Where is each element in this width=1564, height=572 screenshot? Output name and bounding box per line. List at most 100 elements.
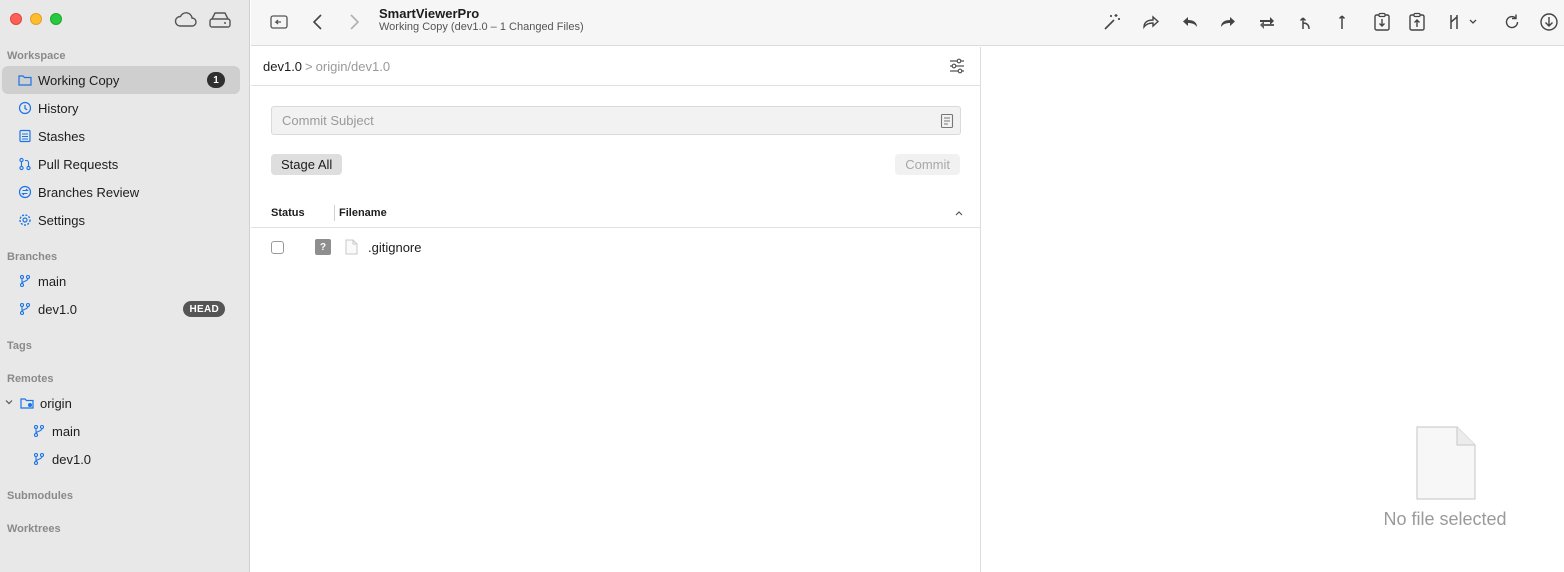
clipboard-up-icon [1409,12,1425,31]
sidebar-item-label: dev1.0 [38,301,78,317]
chevron-down-icon[interactable] [5,398,13,406]
sidebar-item-label: dev1.0 [52,451,92,467]
column-divider[interactable] [334,205,335,221]
undo-icon [1183,17,1197,27]
sidebar-item-branch-dev[interactable]: dev1.0 HEAD [0,295,240,323]
table-row[interactable]: ? .gitignore [251,236,981,258]
untracked-status-icon: ? [315,239,331,255]
sidebar-item-stashes[interactable]: Stashes [0,122,240,150]
commit-subject-field[interactable] [271,106,961,135]
sidebar-item-history[interactable]: History [0,94,240,122]
sidebar-item-remote-origin[interactable]: origin [0,389,240,417]
stash-apply-button[interactable] [1406,11,1428,33]
commit-template-icon[interactable] [940,113,954,129]
chevron-right-icon [350,14,360,30]
section-title-workspace: Workspace [7,50,66,62]
section-title-submodules[interactable]: Submodules [7,490,73,502]
sidebar-item-label: Stashes [38,128,85,144]
sidebar-item-settings[interactable]: Settings [0,206,240,234]
divider [251,85,981,86]
changes-count-badge: 1 [207,72,225,88]
commit-subject-input[interactable] [272,107,960,134]
section-title-remotes: Remotes [7,373,54,385]
magic-button[interactable] [1101,11,1123,33]
breadcrumb: dev1.0 > origin/dev1.0 [263,59,390,74]
close-window-button[interactable] [10,13,22,25]
stage-all-button[interactable]: Stage All [271,154,343,175]
file-icon [345,239,358,255]
column-header-status[interactable]: Status [271,207,305,219]
fetch-button[interactable] [1538,11,1560,33]
branches-review-icon [18,185,32,199]
window-controls [10,13,62,25]
git-flow-icon [1450,15,1477,29]
gear-icon [18,213,32,227]
sync-button[interactable] [1256,11,1278,33]
sidebar: Workspace Working Copy 1 History Stashes… [0,0,250,572]
branch-icon [18,274,32,288]
app-subtitle: Working Copy (dev1.0 – 1 Changed Files) [379,21,584,33]
breadcrumb-remote-branch[interactable]: origin/dev1.0 [316,59,390,74]
minimize-window-button[interactable] [30,13,42,25]
drive-icon[interactable] [208,10,232,30]
sort-ascending-icon[interactable] [954,209,964,217]
zoom-window-button[interactable] [50,13,62,25]
arrow-up-icon [1338,15,1346,29]
breadcrumb-separator: > [305,59,313,74]
share-button[interactable] [1140,11,1162,33]
column-header-filename[interactable]: Filename [339,207,387,219]
section-title-worktrees[interactable]: Worktrees [7,523,61,535]
toggle-sidebar-button[interactable] [268,11,290,33]
branch-icon [32,452,46,466]
undo-button[interactable] [1179,11,1201,33]
empty-document-icon [1416,426,1476,500]
sidebar-item-pull-requests[interactable]: Pull Requests [0,150,240,178]
file-detail-panel: No file selected [982,47,1564,572]
back-button[interactable] [307,11,329,33]
share-arrow-icon [1143,15,1160,30]
sidebar-item-branches-review[interactable]: Branches Review [0,178,240,206]
sidebar-item-label: Settings [38,212,85,228]
sidebar-item-label: Working Copy [38,72,120,88]
section-title-tags[interactable]: Tags [7,340,32,352]
forward-button[interactable] [343,11,365,33]
folder-icon [18,73,32,87]
toolbar: SmartViewerPro Working Copy (dev1.0 – 1 … [251,0,1564,46]
sidebar-item-label: History [38,100,79,116]
history-icon [18,101,32,115]
head-badge: HEAD [183,301,225,317]
merge-button[interactable] [1295,11,1317,33]
sidebar-item-label: origin [40,395,72,411]
stage-file-checkbox[interactable] [271,241,284,254]
git-flow-menu-button[interactable] [1446,11,1480,33]
cloud-icon[interactable] [174,10,198,30]
sidebar-item-branch-main[interactable]: main [0,267,240,295]
push-button[interactable] [1331,11,1353,33]
remote-folder-icon [20,396,34,410]
sidebar-item-working-copy[interactable]: Working Copy 1 [2,66,240,94]
clipboard-down-icon [1374,12,1390,31]
magic-wand-icon [1104,14,1120,30]
refresh-icon [1505,14,1519,29]
sidebar-top-icons [174,10,232,30]
app-title: SmartViewerPro [379,6,480,21]
sidebar-back-icon [270,15,288,29]
download-circle-icon [1540,13,1558,31]
chevron-left-icon [312,14,322,30]
redo-button[interactable] [1217,11,1239,33]
commit-button[interactable]: Commit [895,154,960,175]
sidebar-item-remote-branch-dev[interactable]: dev1.0 [0,445,240,473]
sidebar-item-label: main [52,423,81,439]
stash-save-button[interactable] [1371,11,1393,33]
branch-icon [18,302,32,316]
breadcrumb-local-branch[interactable]: dev1.0 [263,59,302,74]
stash-icon [18,129,32,143]
section-title-branches: Branches [7,251,58,263]
sidebar-item-label: main [38,273,67,289]
file-name: .gitignore [368,240,422,255]
pull-request-icon [18,157,32,171]
filter-settings-icon[interactable] [948,57,966,75]
refresh-button[interactable] [1501,11,1523,33]
sidebar-item-label: Branches Review [38,184,140,200]
sidebar-item-remote-branch-main[interactable]: main [0,417,240,445]
